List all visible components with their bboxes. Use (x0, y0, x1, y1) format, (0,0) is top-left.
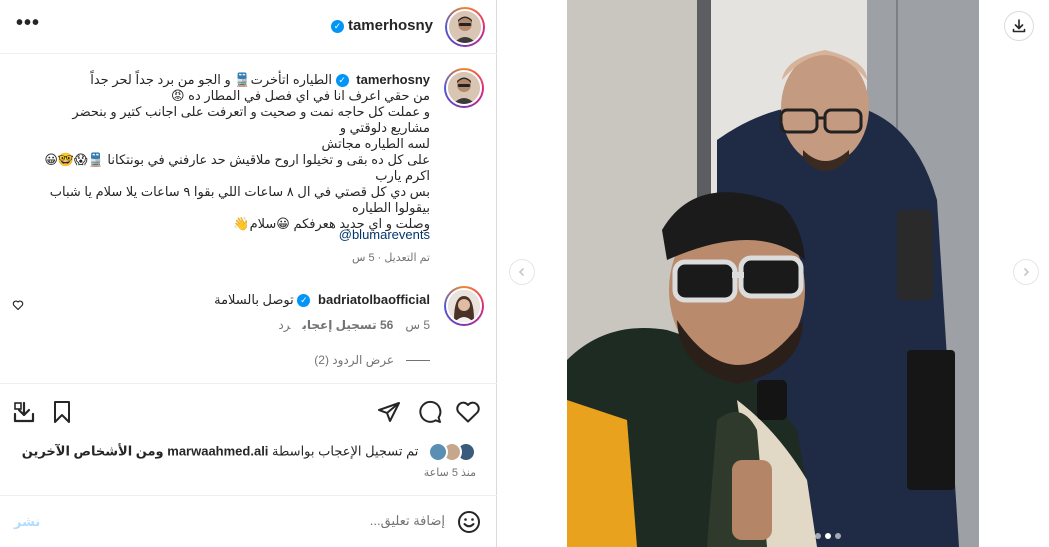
caption-line: من حقي اعرف انا في اي فصل في المطار ده 😡 (171, 88, 430, 103)
comment-button[interactable] (418, 400, 442, 429)
photo-selfie-image (567, 0, 979, 547)
mention-link[interactable]: @blumarevents (339, 227, 430, 242)
caption-line: لسه الطياره مجاتش (321, 136, 430, 151)
share-button[interactable] (377, 400, 401, 429)
view-replies-button[interactable]: عرض الردود (2) (314, 353, 430, 367)
liker-avatars (426, 442, 476, 462)
emoji-icon (458, 511, 480, 533)
bookmark-icon (54, 401, 70, 423)
header-username[interactable]: ✓ tamerhosny (330, 17, 433, 34)
comment-text: توصل بالسلامة (214, 292, 294, 307)
header-username-text[interactable]: tamerhosny (348, 17, 433, 34)
liked-by-prefix: تم تسجيل الإعجاب بواسطة (272, 443, 419, 459)
download-post-button[interactable] (12, 400, 36, 429)
caption-avatar[interactable] (444, 68, 484, 108)
carousel-dot-active (825, 533, 831, 539)
edited-timestamp: تم التعديل · 5 س (351, 252, 430, 264)
chevron-right-icon (1023, 267, 1030, 277)
send-icon (378, 402, 400, 422)
verified-badge-icon: ✓ (297, 294, 311, 308)
avatar-image (448, 290, 480, 322)
post-caption: tamerhosny ✓ الطياره اتأخرت🚆 و الجو من ب… (30, 72, 430, 232)
reply-button[interactable]: رد (278, 318, 290, 332)
verified-badge-icon: ✓ (335, 74, 349, 88)
replies-divider (406, 360, 430, 362)
comment-input[interactable] (65, 513, 445, 528)
download-icon (1012, 19, 1026, 33)
caption-username[interactable]: tamerhosny ✓ (335, 72, 430, 88)
post-details-panel: ••• ✓ tamerhosny tamerhosny ✓ الطياره ات… (0, 0, 497, 547)
carousel-indicator (813, 526, 843, 544)
next-media-button[interactable] (1013, 259, 1039, 285)
download-icon (13, 401, 35, 423)
verified-badge-icon: ✓ (330, 19, 344, 33)
caption-line: على كل ده بقى و تخيلوا اروح ملاقيش حد عا… (44, 152, 430, 183)
comment-meta: 5 س 56 تسجيل إعجاب رد (266, 318, 430, 332)
comment-username[interactable]: badriatolbaofficial (318, 292, 430, 307)
liked-by-user[interactable]: marwaahmed.ali (167, 443, 268, 458)
comment-time[interactable]: 5 س (405, 318, 430, 332)
emoji-button[interactable] (457, 510, 481, 539)
comment-like-button[interactable] (12, 298, 24, 316)
heart-icon (12, 300, 24, 311)
caption-line: الطياره اتأخرت🚆 و الجو من برد جداً لحر ج… (90, 72, 333, 87)
post-comment-button[interactable]: نشر (14, 514, 40, 530)
download-media-button[interactable] (1004, 11, 1034, 41)
media-viewer (497, 0, 1049, 547)
commenter-avatar[interactable] (444, 286, 484, 326)
avatar[interactable] (428, 442, 448, 462)
more-options-button[interactable]: ••• (16, 12, 40, 35)
carousel-dot (815, 533, 821, 539)
heart-icon (456, 401, 480, 423)
save-button[interactable] (50, 400, 74, 429)
header-avatar[interactable] (445, 7, 485, 47)
post-timestamp[interactable]: منذ 5 ساعة (424, 466, 476, 479)
comment-likes[interactable]: 56 تسجيل إعجاب (302, 318, 393, 332)
action-bar (0, 383, 497, 439)
comment-icon (419, 400, 442, 423)
caption-line: بس دي كل قصتي في ال ٨ ساعات اللي بقوا ٩ … (49, 184, 430, 215)
avatar-image (448, 72, 480, 104)
previous-media-button[interactable] (509, 259, 535, 285)
avatar-image (449, 11, 481, 43)
liked-by: تم تسجيل الإعجاب بواسطة marwaahmed.ali و… (22, 442, 476, 462)
caption-line: و عملت كل حاجه نمت و صحيت و اتعرفت على ا… (72, 104, 430, 135)
chevron-left-icon (518, 267, 525, 277)
post-photo[interactable] (567, 0, 979, 547)
liked-by-others[interactable]: ومن الأشخاص الآخرين (22, 443, 164, 458)
comment-body: badriatolbaofficial ✓ توصل بالسلامة (214, 292, 430, 308)
like-button[interactable] (455, 400, 481, 429)
carousel-dot (835, 533, 841, 539)
comment-composer: نشر (0, 495, 497, 547)
post-header: ••• ✓ tamerhosny (0, 0, 497, 54)
